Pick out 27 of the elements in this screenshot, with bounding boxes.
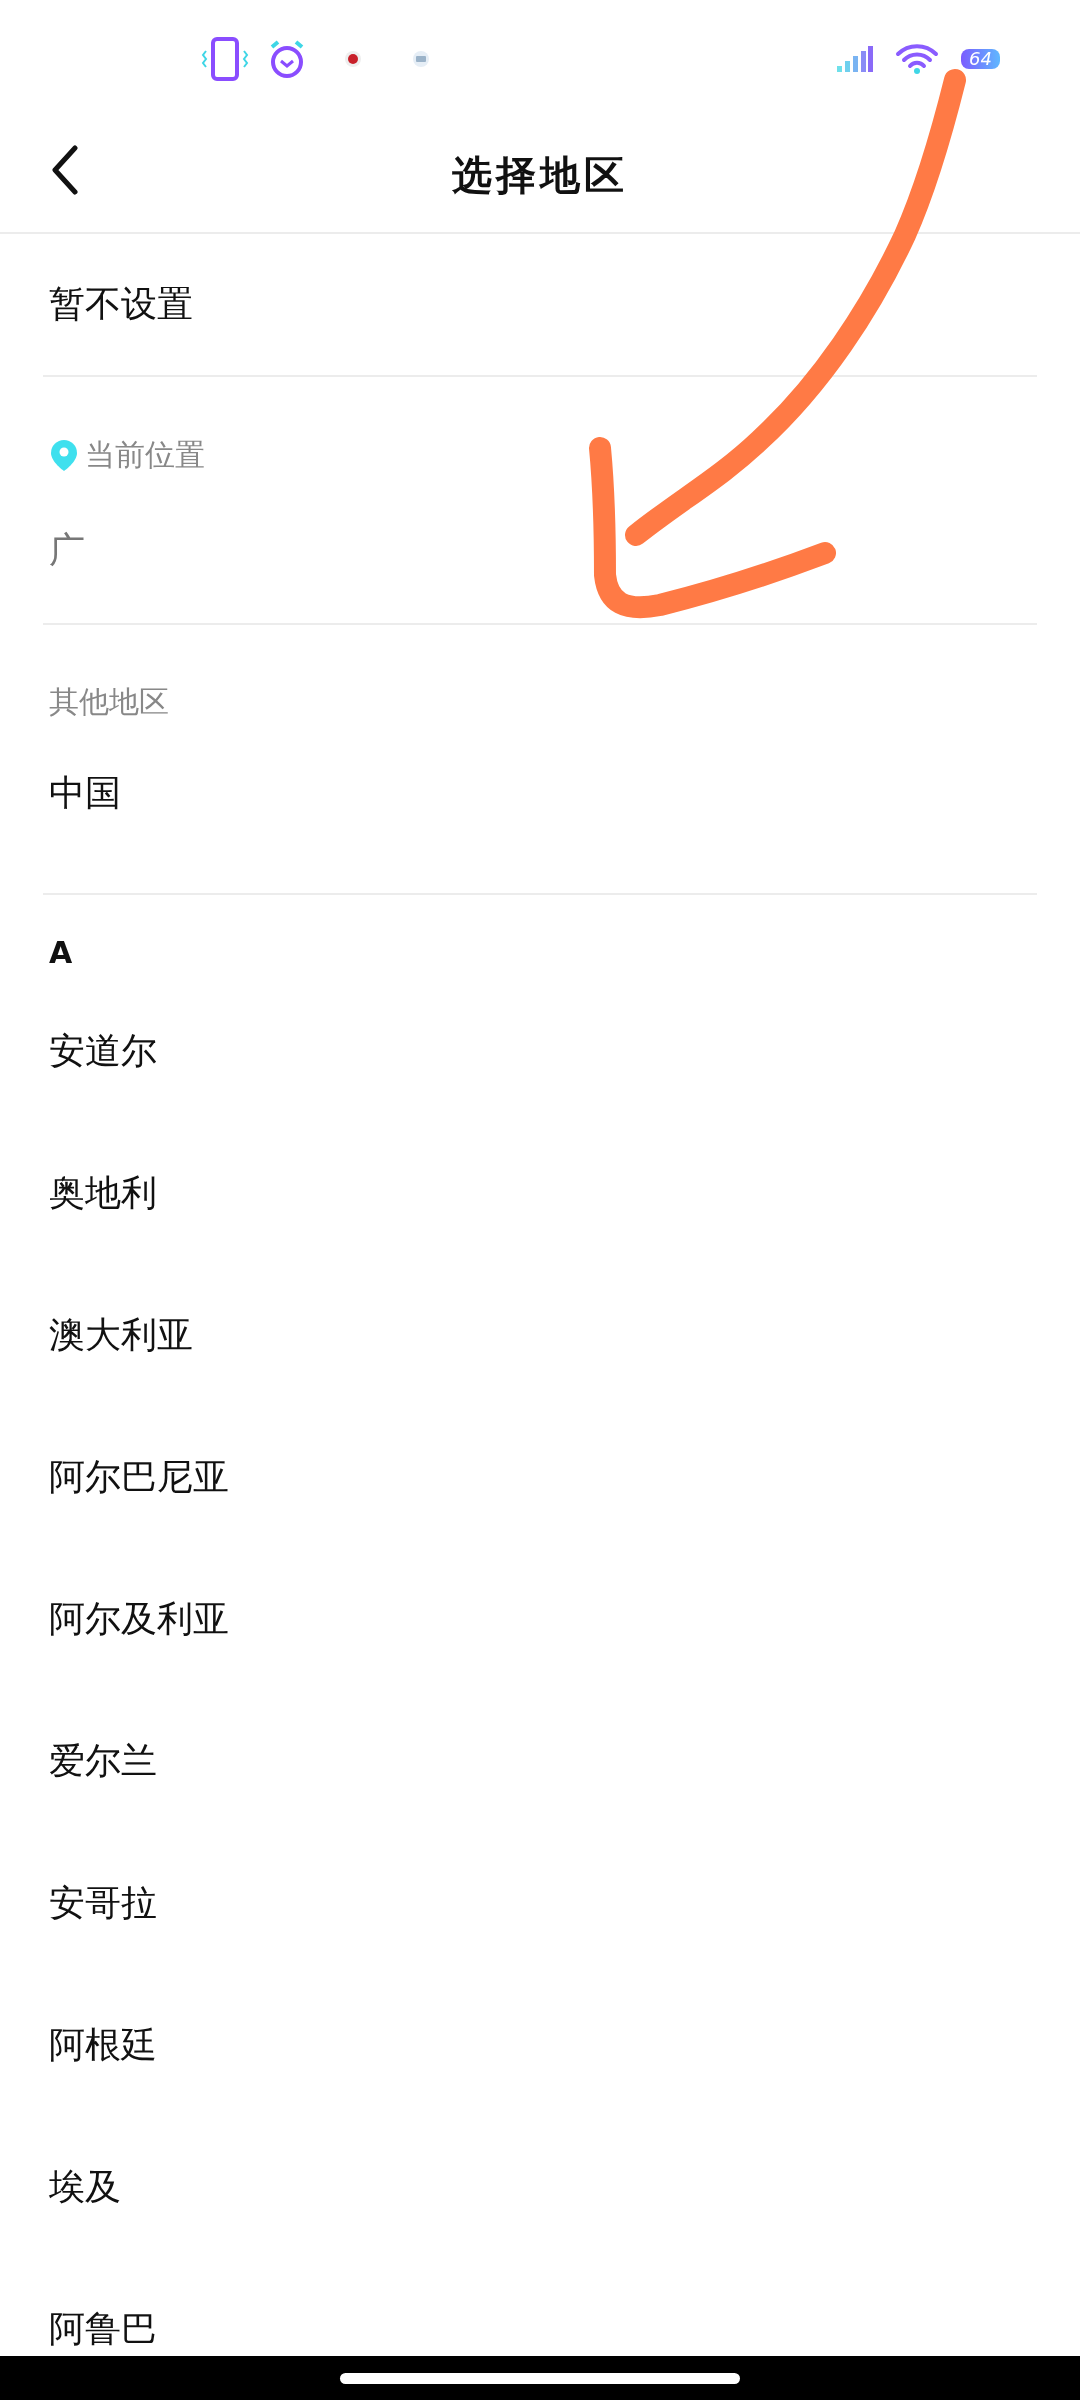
region-item[interactable]: 埃及 [49,2162,121,2212]
section-heading: 其他地区 [48,682,170,721]
region-item[interactable]: 中国 [49,768,121,818]
signal-icon [837,46,874,73]
section-heading: A [48,933,74,972]
home-indicator[interactable] [340,2372,740,2384]
page-title: 选择地区 [452,150,628,200]
alarm-icon [268,39,306,80]
back-icon [51,145,79,196]
app-icon [344,50,362,69]
region-item[interactable]: 阿根廷 [49,2020,157,2070]
region-item[interactable]: 爱尔兰 [49,1736,157,1786]
location-pin-icon [49,438,79,472]
region-item[interactable]: 阿尔巴尼亚 [49,1452,229,1502]
wifi-icon [895,43,940,76]
vibrate-icon [200,37,250,82]
battery-level: 64 [961,49,1000,70]
message-icon [412,50,430,69]
region-item[interactable]: 安哥拉 [49,1878,157,1928]
section-heading: 当前位置 [85,435,205,474]
region-item[interactable]: 安道尔 [49,1026,157,1076]
region-item[interactable]: 奥地利 [49,1168,157,1218]
region-item[interactable]: 广 [49,525,85,575]
region-item[interactable]: 阿鲁巴 [49,2304,157,2354]
region-item[interactable]: 阿尔及利亚 [49,1594,229,1644]
region-item[interactable]: 暂不设置 [49,280,193,329]
region-item[interactable]: 澳大利亚 [49,1310,193,1360]
